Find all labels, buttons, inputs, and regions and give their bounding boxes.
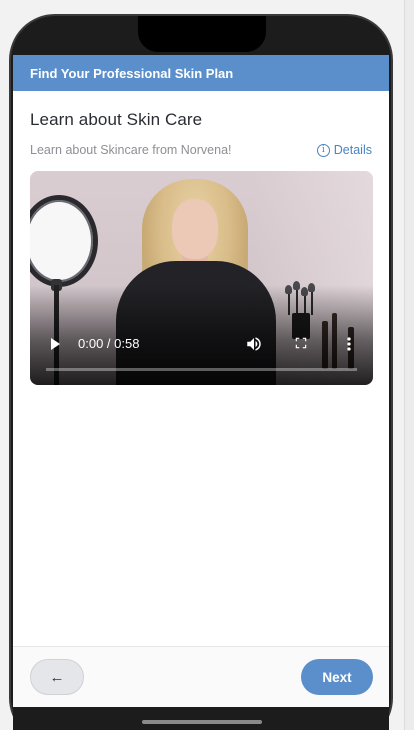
- info-icon: i: [316, 143, 330, 157]
- browser-edge: [404, 0, 414, 730]
- video-presenter-face: [172, 199, 218, 259]
- header-title: Find Your Professional Skin Plan: [30, 65, 234, 81]
- main-content: Learn about Skin Care Learn about Skinca…: [13, 110, 389, 385]
- video-progress-bar[interactable]: [46, 368, 357, 371]
- details-link[interactable]: i Details: [316, 143, 372, 157]
- page-title: Learn about Skin Care: [30, 110, 203, 129]
- home-indicator: [142, 720, 262, 724]
- back-button[interactable]: ←: [30, 659, 84, 695]
- play-icon[interactable]: [49, 337, 61, 351]
- details-label: Details: [333, 143, 372, 157]
- fullscreen-icon[interactable]: [294, 336, 308, 350]
- app-screen: Find Your Professional Skin Plan Learn a…: [13, 55, 389, 707]
- footer-nav: ← Next: [13, 646, 389, 707]
- video-time: 0:00 / 0:58: [78, 336, 140, 351]
- page-subtitle: Learn about Skincare from Norvena!: [30, 143, 232, 157]
- more-vert-icon[interactable]: [343, 334, 355, 354]
- video-player[interactable]: 0:00 / 0:58: [30, 171, 373, 385]
- volume-icon[interactable]: [245, 335, 263, 353]
- phone-bottom-bezel: [13, 707, 389, 730]
- phone-notch: [138, 16, 266, 52]
- video-mirror-prop: [30, 195, 98, 287]
- next-button[interactable]: Next: [301, 659, 373, 695]
- video-controls: 0:00 / 0:58: [30, 325, 373, 385]
- subtitle-row: Learn about Skincare from Norvena! i Det…: [30, 143, 372, 157]
- app-header: Find Your Professional Skin Plan: [13, 55, 389, 91]
